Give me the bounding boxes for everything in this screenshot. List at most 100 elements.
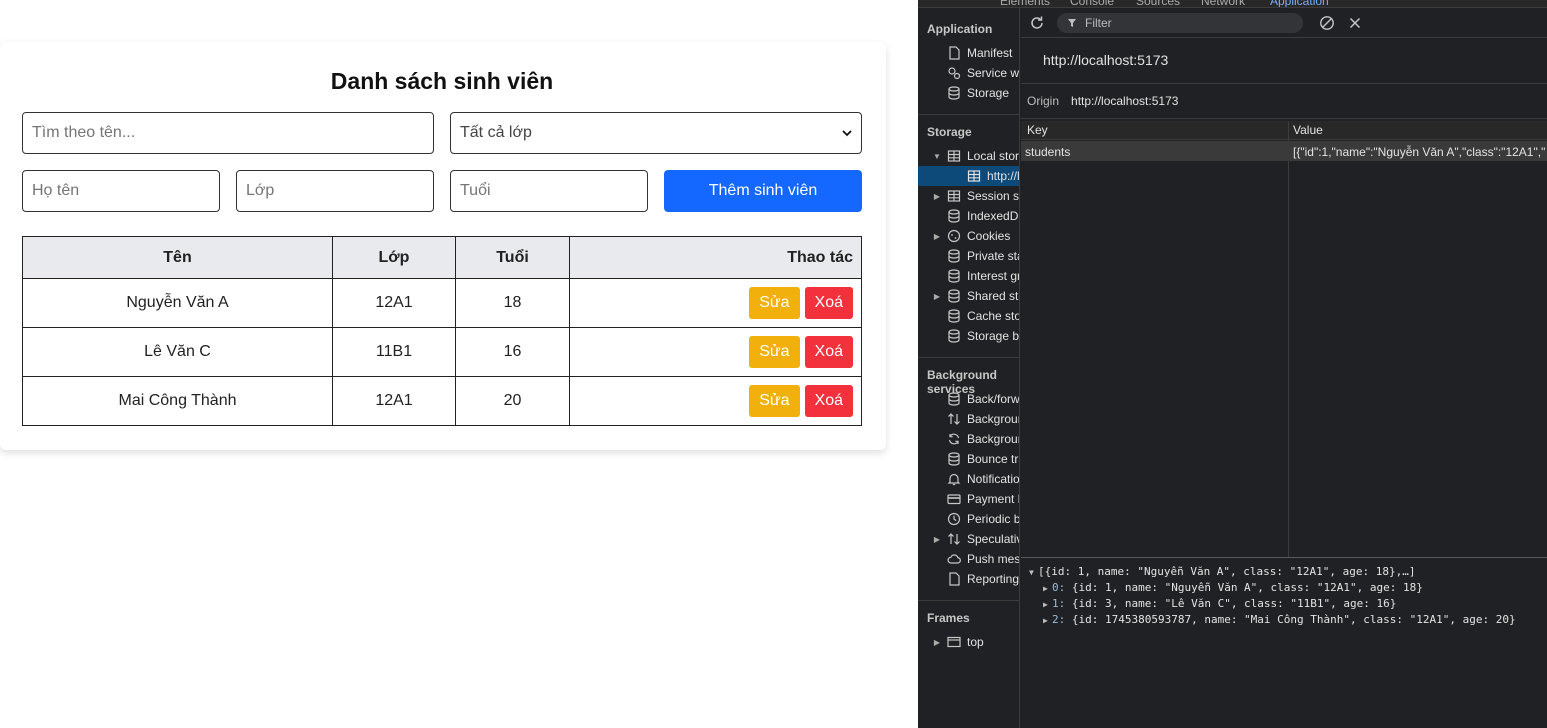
student-name: Lê Văn C: [22, 327, 333, 377]
expand-right-icon[interactable]: ▶: [932, 534, 942, 544]
close-icon[interactable]: [1348, 16, 1362, 30]
sidebar-item-indexeddb[interactable]: IndexedDB: [918, 206, 1019, 226]
sidebar-item-cookies[interactable]: ▶ Cookies: [918, 226, 1019, 246]
student-age: 16: [455, 327, 570, 377]
sidebar-item-notifications[interactable]: Notifications: [918, 469, 1019, 489]
delete-button[interactable]: Xoá: [804, 385, 853, 417]
clear-all-icon[interactable]: [1319, 15, 1335, 31]
expand-right-icon[interactable]: ▶: [932, 231, 942, 241]
sidebar-item-frame-top[interactable]: ▶ top: [918, 632, 1019, 652]
sidebar-item-back-forward-cache[interactable]: Back/forward cache: [918, 389, 1019, 409]
preview-item[interactable]: ▶ 0: {id: 1, name: "Nguyễn Văn A", class:…: [1021, 580, 1547, 596]
expand-right-icon[interactable]: ▶: [932, 637, 942, 647]
preview-item[interactable]: ▶ 2: {id: 1745380593787, name: "Mai Công …: [1021, 612, 1547, 628]
sidebar-item-storage[interactable]: Storage: [918, 83, 1019, 103]
sidebar-divider: [918, 114, 1019, 115]
edit-button[interactable]: Sửa: [749, 287, 800, 319]
database-icon: [946, 208, 962, 224]
table-icon: [946, 148, 962, 164]
column-header-value[interactable]: Value: [1293, 123, 1323, 137]
column-header-key[interactable]: Key: [1027, 123, 1048, 137]
section-frames: Frames: [927, 611, 970, 625]
page-title: Danh sách sinh viên: [330, 68, 554, 94]
window-icon: [946, 634, 962, 650]
tab-sources[interactable]: Sources: [1136, 0, 1180, 7]
origin-heading: http://localhost:5173: [1043, 52, 1169, 68]
delete-button[interactable]: Xoá: [804, 336, 853, 368]
expand-down-icon[interactable]: ▼: [932, 151, 942, 161]
database-icon: [946, 391, 962, 407]
sidebar-item-reporting-api[interactable]: Reporting API: [918, 569, 1019, 589]
filter-input[interactable]: Filter: [1057, 13, 1303, 33]
tab-console[interactable]: Console: [1070, 0, 1114, 7]
file-icon: [946, 571, 962, 587]
student-age: 20: [455, 376, 570, 426]
edit-button[interactable]: Sửa: [749, 385, 800, 417]
database-icon: [946, 451, 962, 467]
sidebar-item-manifest[interactable]: Manifest: [918, 43, 1019, 63]
student-class: 12A1: [332, 376, 456, 426]
up-down-arrows-icon: [946, 531, 962, 547]
devtools-main: Filter http://localhost:5173 Origin http…: [1021, 8, 1547, 728]
expand-right-icon: ▶: [1043, 616, 1048, 625]
sidebar-item-local-storage[interactable]: ▼ Local storage: [918, 146, 1019, 166]
sidebar-item-speculative-loads[interactable]: ▶ Speculative loads: [918, 529, 1019, 549]
delete-button[interactable]: Xoá: [804, 287, 853, 319]
expand-right-icon[interactable]: ▶: [932, 291, 942, 301]
sidebar-item-background-sync[interactable]: Background sync: [918, 429, 1019, 449]
expand-right-icon: ▶: [1043, 584, 1048, 593]
age-input[interactable]: [450, 170, 648, 212]
sidebar-item-cache-storage[interactable]: Cache storage: [918, 306, 1019, 326]
sidebar-divider: [918, 357, 1019, 358]
tab-elements[interactable]: Elements: [1000, 0, 1050, 7]
origin-value: http://localhost:5173: [1071, 94, 1179, 108]
refresh-icon[interactable]: [1029, 15, 1045, 31]
tab-network[interactable]: Network: [1201, 0, 1245, 7]
sidebar-item-interest-groups[interactable]: Interest groups: [918, 266, 1019, 286]
sidebar-item-background-fetch[interactable]: Background fetch: [918, 409, 1019, 429]
sidebar-item-storage-buckets[interactable]: Storage buckets: [918, 326, 1019, 346]
value-preview-pane: ▼ [{id: 1, name: "Nguyễn Văn A", class: "…: [1021, 557, 1547, 728]
table-row: Lê Văn C 11B1 16 Sửa Xoá: [22, 327, 862, 377]
table-row: Nguyễn Văn A 12A1 18 Sửa Xoá: [22, 278, 862, 328]
sidebar-item-payment-handler[interactable]: Payment handler: [918, 489, 1019, 509]
add-student-button[interactable]: Thêm sinh viên: [664, 170, 862, 212]
tab-application[interactable]: Application: [1270, 0, 1329, 7]
database-icon: [946, 85, 962, 101]
column-header-class: Lớp: [332, 236, 456, 279]
expand-right-icon[interactable]: ▶: [932, 191, 942, 201]
column-header-actions: Thao tác: [569, 236, 862, 279]
sidebar-item-service-workers[interactable]: Service workers: [918, 63, 1019, 83]
sidebar-item-private-state-tokens[interactable]: Private state tokens: [918, 246, 1019, 266]
table-header-row: Tên Lớp Tuổi Thao tác: [22, 236, 862, 279]
sidebar-item-shared-storage[interactable]: ▶ Shared storage: [918, 286, 1019, 306]
class-filter-value: Tất cả lớp: [460, 124, 532, 141]
name-input[interactable]: [22, 170, 220, 212]
student-name: Nguyễn Văn A: [22, 278, 333, 328]
sidebar-divider: [918, 600, 1019, 601]
gears-icon: [946, 65, 962, 81]
class-input[interactable]: [236, 170, 434, 212]
grid-column-divider[interactable]: [1288, 121, 1289, 558]
preview-root[interactable]: ▼ [{id: 1, name: "Nguyễn Văn A", class: "…: [1021, 564, 1547, 580]
column-header-name: Tên: [22, 236, 333, 279]
sidebar-item-localhost-origin[interactable]: http://localhost:5173: [918, 166, 1019, 186]
entry-value: [{"id":1,"name":"Nguyễn Văn A","class":"…: [1293, 145, 1545, 159]
student-class: 11B1: [332, 327, 456, 377]
storage-toolbar: Filter: [1021, 8, 1547, 38]
class-filter-select[interactable]: Tất cả lớp: [450, 112, 862, 154]
origin-row: Origin http://localhost:5173: [1021, 83, 1547, 119]
sidebar-item-push-messaging[interactable]: Push messaging: [918, 549, 1019, 569]
expand-right-icon: ▶: [1043, 600, 1048, 609]
database-icon: [946, 268, 962, 284]
sidebar-item-session-storage[interactable]: ▶ Session storage: [918, 186, 1019, 206]
preview-item[interactable]: ▶ 1: {id: 3, name: "Lê Văn C", class: "11…: [1021, 596, 1547, 612]
sidebar-item-periodic-background-sync[interactable]: Periodic background sync: [918, 509, 1019, 529]
storage-entry-row[interactable]: students [{"id":1,"name":"Nguyễn Văn A",…: [1021, 141, 1547, 161]
row-actions: Sửa Xoá: [569, 278, 862, 328]
search-input[interactable]: [22, 112, 434, 154]
row-actions: Sửa Xoá: [569, 327, 862, 377]
expand-down-icon: ▼: [1029, 568, 1034, 577]
edit-button[interactable]: Sửa: [749, 336, 800, 368]
sidebar-item-bounce-tracking[interactable]: Bounce tracking mitigations: [918, 449, 1019, 469]
